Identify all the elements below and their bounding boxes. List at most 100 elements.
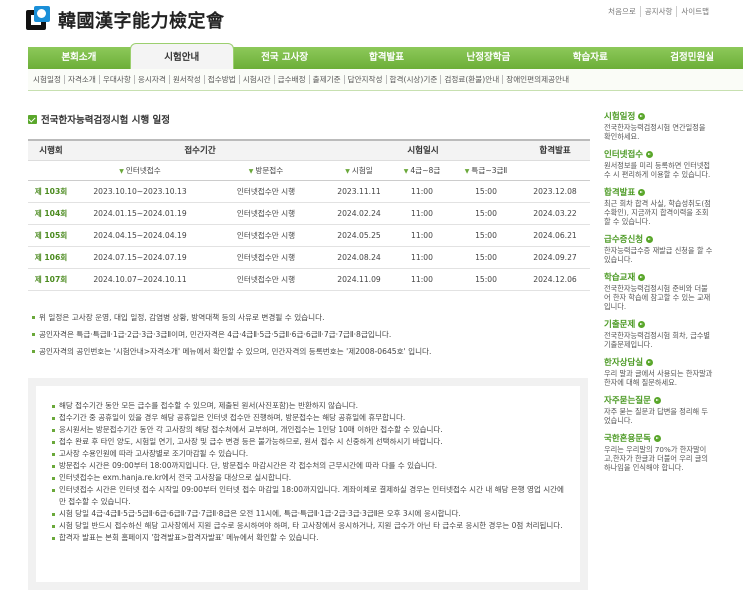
col-internet: ▼ 인터넷접수 (74, 160, 206, 181)
bullet-icon (52, 405, 55, 408)
arrow-right-icon (638, 112, 646, 120)
header: 韓國漢字能力檢定會 처음으로 공지사항 사이트맵 (0, 0, 743, 46)
subnav-item[interactable]: 시험시간 (238, 75, 274, 84)
main-content: 전국한자능력검정시험 시행 일정 시행회 접수기간 시험일시 합격발표 ▼ 인터넷… (28, 112, 591, 356)
triangle-down-icon: ▼ (345, 167, 350, 175)
arrow-right-icon (646, 150, 654, 158)
table-row: 제 107회 2024.10.07~2024.10.11 인터넷접수만 시행 2… (28, 268, 591, 291)
nav-results[interactable]: 합격발표 (336, 47, 438, 69)
sidebar-item-consultation[interactable]: 한자상담실 우리 말과 글에서 사용되는 한자말과 한자에 대해 질문하세요. (604, 356, 714, 387)
top-links: 처음으로 공지사항 사이트맵 (604, 6, 713, 17)
logo-mark-icon (24, 6, 52, 34)
list-item: 시험 당일 반드시 접수하신 해당 고사장에서 지원 급수로 응시하여야 하며,… (52, 520, 568, 532)
top-link-sitemap[interactable]: 사이트맵 (676, 6, 713, 17)
nav-civil-service[interactable]: 검정민원실 (641, 47, 743, 69)
sub-nav: 시험일정 자격소개 우대사항 응시자격 원서작성 접수방법 시험시간 급수배정 … (28, 69, 743, 91)
table-row: 제 106회 2024.07.15~2024.07.19 인터넷접수만 시행 2… (28, 246, 591, 269)
list-item: 접수 완료 후 타인 양도, 시험일 연기, 고사장 및 급수 변경 등은 불가… (52, 436, 568, 448)
info-box: 해당 접수기간 동안 모든 급수를 접수할 수 있으며, 제출된 원서(사진포함… (28, 378, 588, 590)
sidebar-item-results[interactable]: 합격발표 최근 회차 합격 사실, 학습성취도(점수확인), 지금까지 합격이력… (604, 186, 714, 226)
list-item: 합격자 발표는 본회 홈페이지 '합격발표>합격자발표' 메뉴에서 확인할 수 … (52, 532, 568, 544)
top-link-notice[interactable]: 공지사항 (639, 6, 677, 17)
col-exam-datetime: 시험일시 (326, 139, 521, 161)
subnav-item[interactable]: 검정료(환불)안내 (440, 75, 502, 84)
arrow-right-icon (638, 188, 646, 196)
sidebar-item-schedule[interactable]: 시험일정 전국한자능력검정시험 연간일정을 확인하세요. (604, 110, 714, 141)
arrow-right-icon (653, 396, 661, 404)
list-item: 시험 당일 4급·4급Ⅱ·5급·5급Ⅱ·6급·6급Ⅱ·7급·7급Ⅱ·8급은 오전… (52, 508, 568, 520)
sidebar-item-certificate[interactable]: 급수증신청 한자능력급수증 재발급 신청을 할 수 있습니다. (604, 233, 714, 264)
bullet-icon (32, 316, 35, 319)
list-item: 접수기간 중 공휴일이 있을 경우 해당 공휴일은 인터넷 접수만 진행하며, … (52, 412, 568, 424)
table-row: 제 104회 2024.01.15~2024.01.19 인터넷접수만 시행 2… (28, 202, 591, 225)
check-icon (28, 114, 37, 124)
subnav-item[interactable]: 응시자격 (133, 75, 169, 84)
list-item: 위 일정은 고사장 운영, 대입 일정, 감염병 상황, 방역대책 등의 사유로… (32, 309, 592, 326)
col-result: 합격발표 (520, 139, 591, 161)
sidebar-item-mixed-script[interactable]: 국한혼용문독 우리는 우리말의 70%가 한자말이고,한자가 한글과 더불어 우… (604, 432, 714, 472)
nav-exam-info[interactable]: 시험안내 (129, 43, 234, 69)
arrow-right-icon (646, 358, 654, 366)
col-time-high: ▼ 특급~3급Ⅱ (452, 160, 521, 181)
subnav-item[interactable]: 자격소개 (63, 75, 99, 84)
list-item: 방문접수 시간은 09:00부터 18:00까지입니다. 단, 방문접수 마감시… (52, 460, 568, 472)
table-row: 제 105회 2024.04.15~2024.04.19 인터넷접수만 시행 2… (28, 224, 591, 247)
subnav-item[interactable]: 원서작성 (168, 75, 204, 84)
nav-study-materials[interactable]: 학습자료 (539, 47, 641, 69)
subnav-item[interactable]: 출제기준 (308, 75, 344, 84)
col-exam-date: ▼ 시험일 (326, 160, 392, 181)
right-sidebar: 시험일정 전국한자능력검정시험 연간일정을 확인하세요. 인터넷접수 원서정보를… (604, 110, 714, 479)
subnav-item[interactable]: 우대사항 (98, 75, 134, 84)
list-item: 응시원서는 방문접수기간 동안 각 고사장의 해당 접수처에서 교부하며, 개인… (52, 424, 568, 436)
subnav-item[interactable]: 장애인편의제공안내 (502, 75, 572, 84)
triangle-down-icon: ▼ (464, 167, 470, 175)
sidebar-item-internet-apply[interactable]: 인터넷접수 원서정보를 미리 등록하면 인터넷접수 시 편리하게 이용할 수 있… (604, 148, 714, 179)
col-time-low: ▼ 4급~8급 (392, 160, 452, 181)
subnav-item[interactable]: 시험일정 (30, 75, 64, 84)
list-item: 인터넷접수 시간은 인터넷 접수 시작일 09:00부터 인터넷 접수 마감일 … (52, 484, 568, 508)
page-title: 전국한자능력검정시험 시행 일정 (28, 112, 590, 126)
site-logo[interactable]: 韓國漢字能力檢定會 (24, 6, 225, 34)
subnav-item[interactable]: 합격(시상)기준 (385, 75, 441, 84)
bullet-icon (52, 525, 55, 528)
arrow-right-icon (638, 320, 646, 328)
subnav-item[interactable]: 급수배정 (273, 75, 309, 84)
arrow-right-icon (646, 235, 654, 243)
bullet-icon (52, 513, 55, 516)
bullet-icon (52, 537, 55, 540)
list-item: 고사장 수용인원에 따라 고사장별로 조기마감될 수 있습니다. (52, 448, 568, 460)
table-row: 제 103회 2023.10.10~2023.10.13 인터넷접수만 시행 2… (28, 180, 591, 203)
bullet-icon (52, 441, 55, 444)
nav-scholarship[interactable]: 난정장학금 (437, 47, 539, 69)
arrow-right-icon (653, 434, 661, 442)
sidebar-item-past-exams[interactable]: 기출문제 전국한자능력검정시험 회차, 급수별 기출문제입니다. (604, 318, 714, 349)
bullet-icon (32, 333, 35, 336)
bullet-icon (52, 417, 55, 420)
schedule-notes: 위 일정은 고사장 운영, 대입 일정, 감염병 상황, 방역대책 등의 사유로… (32, 309, 592, 360)
main-nav: 본회소개 시험안내 전국 고사장 합격발표 난정장학금 학습자료 검정민원실 (28, 43, 743, 69)
col-application-period: 접수기간 (74, 139, 326, 161)
bullet-icon (52, 429, 55, 432)
bullet-icon (52, 477, 55, 480)
bullet-icon (52, 465, 55, 468)
nav-about[interactable]: 본회소개 (28, 47, 130, 69)
subnav-item[interactable]: 접수방법 (203, 75, 239, 84)
bullet-icon (52, 489, 55, 492)
sidebar-item-faq[interactable]: 자주묻는질문 자주 묻는 질문과 답변을 정리해 두었습니다. (604, 394, 714, 425)
schedule-table: 시행회 접수기간 시험일시 합격발표 ▼ 인터넷접수 ▼ 방문접수 ▼ 시험일 ▼ 4급… (28, 139, 591, 291)
arrow-right-icon (638, 273, 646, 281)
list-item: 인터넷접수는 exm.hanja.re.kr에서 전국 고사장을 대상으로 실시… (52, 472, 568, 484)
list-item: 공인자격의 공인번호는 '시험안내>자격소개' 메뉴에서 확인할 수 있으며, … (32, 343, 592, 360)
triangle-down-icon: ▼ (119, 167, 124, 175)
bullet-icon (32, 350, 35, 353)
list-item: 해당 접수기간 동안 모든 급수를 접수할 수 있으며, 제출된 원서(사진포함… (52, 400, 568, 412)
subnav-item[interactable]: 답안지작성 (343, 75, 386, 84)
list-item: 공인자격은 특급·특급Ⅱ·1급·2급·3급·3급Ⅱ이며, 민간자격은 4급·4급… (32, 326, 592, 343)
bullet-icon (52, 453, 55, 456)
top-link-home[interactable]: 처음으로 (604, 6, 640, 17)
col-visit: ▼ 방문접수 (206, 160, 326, 181)
nav-test-sites[interactable]: 전국 고사장 (234, 47, 336, 69)
logo-text: 韓國漢字能力檢定會 (58, 11, 225, 32)
triangle-down-icon: ▼ (248, 167, 254, 175)
sidebar-item-textbooks[interactable]: 학습교재 전국한자능력검정시험 준비와 더불어 한자 학습에 참고할 수 있는 … (604, 271, 714, 311)
